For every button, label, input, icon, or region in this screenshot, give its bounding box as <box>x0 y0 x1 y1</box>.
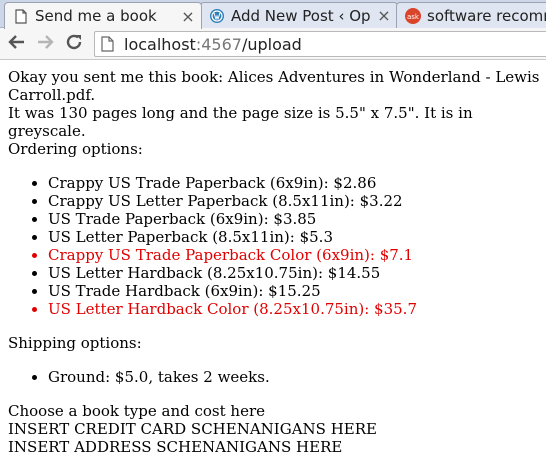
ordering-option-color: US Letter Hardback Color (8.25x10.75in):… <box>48 300 544 318</box>
credit-card-placeholder: INSERT CREDIT CARD SCHENANIGANS HERE <box>8 420 377 438</box>
close-tab-icon[interactable]: × <box>375 6 393 25</box>
ordering-option: US Letter Paperback (8.5x11in): $5.3 <box>48 228 544 246</box>
shipping-options-list: Ground: $5.0, takes 2 weeks. <box>48 368 544 386</box>
url-port: :4567 <box>195 34 242 54</box>
choose-book-text: Choose a book type and cost here <box>8 402 266 420</box>
url-path: /upload <box>241 34 302 54</box>
tab-software-recommendations[interactable]: ask software recomm <box>396 2 546 28</box>
ask-icon: ask <box>405 7 421 24</box>
tab-add-new-post[interactable]: Add New Post ‹ Op × <box>200 2 398 28</box>
ordering-option: US Trade Hardback (6x9in): $15.25 <box>48 282 544 300</box>
ordering-option-color: Crappy US Trade Paperback Color (6x9in):… <box>48 246 544 264</box>
tab-title: software recomm <box>427 6 546 25</box>
ordering-option: US Trade Paperback (6x9in): $3.85 <box>48 210 544 228</box>
ordering-option: Crappy US Trade Paperback (6x9in): $2.86 <box>48 174 544 192</box>
wordpress-icon <box>209 8 225 24</box>
svg-text:ask: ask <box>407 13 420 21</box>
ordering-option: Crappy US Letter Paperback (8.5x11in): $… <box>48 192 544 210</box>
ordering-heading: Ordering options: <box>8 140 143 158</box>
forward-arrow-icon <box>36 34 54 54</box>
close-tab-icon[interactable]: × <box>179 7 197 26</box>
shipping-option: Ground: $5.0, takes 2 weeks. <box>48 368 544 386</box>
ordering-option: US Letter Hardback (8.25x10.75in): $14.5… <box>48 264 544 282</box>
book-info-line: Okay you sent me this book: Alices Adven… <box>8 68 540 104</box>
url-text: localhost:4567/upload <box>124 35 302 54</box>
address-placeholder: INSERT ADDRESS SCHENANIGANS HERE <box>8 438 343 456</box>
page-icon <box>101 36 115 52</box>
tab-strip: Send me a book × Add New Post ‹ Op × ask… <box>0 0 546 29</box>
forward-button[interactable] <box>34 34 56 54</box>
back-button[interactable] <box>6 34 28 54</box>
url-host: localhost <box>124 34 196 54</box>
page-content: Okay you sent me this book: Alices Adven… <box>8 68 544 456</box>
browser-toolbar: localhost:4567/upload <box>0 28 546 60</box>
shipping-heading: Shipping options: <box>8 334 142 352</box>
back-arrow-icon <box>8 34 26 54</box>
book-size-line: It was 130 pages long and the page size … <box>8 104 473 140</box>
tab-title: Send me a book <box>35 7 157 25</box>
document-icon <box>13 8 29 24</box>
tab-send-me-a-book[interactable]: Send me a book × <box>4 2 202 29</box>
reload-button[interactable] <box>63 34 85 54</box>
address-bar[interactable]: localhost:4567/upload <box>94 31 546 57</box>
ordering-options-list: Crappy US Trade Paperback (6x9in): $2.86… <box>48 174 544 318</box>
reload-icon <box>65 33 83 55</box>
tab-title: Add New Post ‹ Op <box>231 6 371 25</box>
